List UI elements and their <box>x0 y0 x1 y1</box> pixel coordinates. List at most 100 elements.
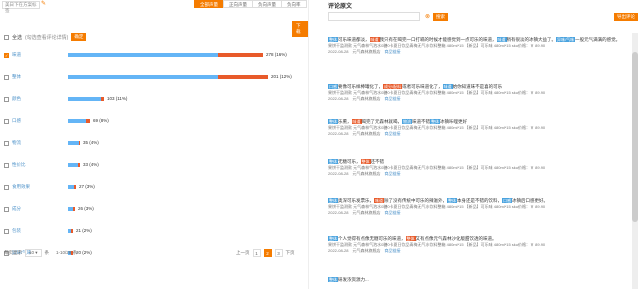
product-link[interactable]: 商品链接 <box>384 49 400 54</box>
row-label: 物流 <box>12 140 21 145</box>
product-link[interactable]: 商品链接 <box>384 96 400 101</box>
review-text: 口感要像可乐样棒罐化了，成分/配料或者可乐味道化了，味道始你知道味不是喜的可乐 <box>328 83 628 90</box>
row-value: 21 (2%) <box>76 228 92 233</box>
row-checkbox[interactable] <box>4 141 9 146</box>
row-checkbox[interactable] <box>4 207 9 212</box>
review-item: 整体无糖可乐，整体还不错 果饼干监测款 元气森林气泡水0糖0卡夏日饮品青梅无气水饮… <box>328 158 628 177</box>
row-label: 味道 <box>12 52 21 57</box>
aspect-tag: 整体 <box>430 119 440 124</box>
review-source: 元气森林旗舰店 <box>352 171 381 176</box>
review-fragment: 始你知道味不是喜的可乐 <box>452 84 503 89</box>
review-date: 2022-08-28 <box>328 210 349 215</box>
tab-1[interactable]: 正向声量 <box>223 0 253 8</box>
product-link[interactable]: 商品链接 <box>384 210 400 215</box>
review-fragment: 乐熏， <box>338 119 352 124</box>
review-fragment: 稍有很淡的冰镇大益了。 <box>506 37 557 42</box>
product-link[interactable]: 商品链接 <box>384 131 400 136</box>
review-date: 2022-08-28 <box>328 248 349 253</box>
negative-bar <box>71 229 73 233</box>
review-search-input[interactable] <box>328 12 420 21</box>
scrollbar-thumb[interactable] <box>632 52 638 222</box>
product-link[interactable]: 商品链接 <box>384 171 400 176</box>
per-page-label: 每页显示 <box>4 250 22 255</box>
aspect-tag: 味道 <box>496 37 507 42</box>
review-footer: 2022-08-28 元气森林旗舰店 商品链接 <box>328 171 628 177</box>
review-fragment: 除了没有传统中可乐的辣滋外， <box>384 198 447 203</box>
aspect-tag: 整体 <box>447 198 457 203</box>
search-button[interactable]: 搜索 <box>433 13 448 21</box>
review-text: 整体个人觉得有点像无糖可乐的味道，整体又有点像元气森林沙化版甜饮透的味道。 <box>328 235 628 242</box>
bar-row[interactable]: ✓ 味道 278 (16%) <box>4 50 304 62</box>
row-checkbox[interactable] <box>4 119 9 124</box>
review-fragment: 一股元气满满的感觉。 <box>575 37 621 42</box>
review-text: 整体研发浓资源力... <box>328 276 628 283</box>
bar-row[interactable]: 食用效果 27 (3%) <box>4 182 304 194</box>
tab-3[interactable]: 负向率 <box>281 0 307 8</box>
positive-bar <box>68 97 101 101</box>
bar-row[interactable]: 成分 26 (3%) <box>4 204 304 216</box>
review-fragment: 又有点像元气森林沙化版甜饮透的味道。 <box>415 236 497 241</box>
page-2[interactable]: 2 <box>263 249 272 257</box>
aspect-tag: 整体 <box>360 159 371 164</box>
select-all-checkbox[interactable] <box>4 34 9 40</box>
aspect-tag: 异味/气味 <box>556 37 576 42</box>
aspect-tag: 成分/配料 <box>383 84 403 89</box>
confirm-button[interactable]: 确定 <box>71 33 87 41</box>
bar-row[interactable]: 物流 35 (4%) <box>4 138 304 150</box>
negative-bar <box>79 141 80 145</box>
row-value: 20 (2%) <box>76 250 92 255</box>
tab-0[interactable]: 全部声量 <box>194 0 224 8</box>
review-footer: 2022-08-28 元气森林旗舰店 商品链接 <box>328 210 628 216</box>
row-checkbox[interactable] <box>4 229 9 234</box>
review-fragment: 喝完了元森林就喝， <box>361 119 403 124</box>
bar-row[interactable]: 包装 21 (2%) <box>4 226 304 238</box>
bar-row[interactable]: 整体 201 (12%) <box>4 72 304 84</box>
row-checkbox[interactable] <box>4 75 9 80</box>
review-fragment: 无糖可乐， <box>338 159 361 164</box>
negative-bar <box>218 75 268 79</box>
bar-row[interactable]: 性价比 33 (4%) <box>4 160 304 172</box>
review-fragment: 味道不错 <box>412 119 430 124</box>
search-input[interactable]: 美日下在方案标签 <box>2 1 40 13</box>
bar-row[interactable]: 口感 69 (8%) <box>4 116 304 128</box>
aspect-tag: 整体 <box>328 119 338 124</box>
tab-bar: 全部声量 正向声量 负向声量 负向率 <box>194 0 307 8</box>
bar-row[interactable]: 颜色 103 (11%) <box>4 94 304 106</box>
review-fragment: 研发浓资源力... <box>338 277 369 282</box>
page-3[interactable]: 3 <box>274 249 283 257</box>
page-1[interactable]: 1 <box>252 249 261 257</box>
left-panel: 美日下在方案标签 ✎ 全部声量 正向声量 负向声量 负向率 下载 全选 (勾选查看评论… <box>0 0 309 289</box>
row-checkbox[interactable]: ✓ <box>4 53 9 58</box>
row-value: 69 (8%) <box>93 118 109 123</box>
row-checkbox[interactable] <box>4 185 9 190</box>
clear-icon[interactable]: ⊗ <box>425 13 430 20</box>
review-source: 元气森林旗舰店 <box>352 248 381 253</box>
row-label: 颜色 <box>12 96 21 101</box>
product-link[interactable]: 商品链接 <box>384 248 400 253</box>
export-button[interactable]: 导出评论 <box>614 13 638 21</box>
edit-icon[interactable]: ✎ <box>41 0 49 9</box>
prev-page-button[interactable]: 上一页 <box>236 250 250 256</box>
next-page-button[interactable]: 下页 <box>286 250 295 256</box>
review-fragment: 要像可乐样棒罐化了， <box>338 84 383 89</box>
download-button[interactable]: 下载 <box>292 21 308 37</box>
row-label: 成分 <box>12 206 21 211</box>
aspect-tag: 口感 <box>328 84 338 89</box>
right-panel: 评论原文 ⊗ 搜索 导出评论 整体可乐味道都淡，味道我只有在喝完一口打嗝的时候才… <box>324 0 640 289</box>
row-label: 性价比 <box>12 162 26 167</box>
select-hint: (勾选查看评论详情) <box>25 34 69 41</box>
aspect-tag: 整体 <box>328 159 338 164</box>
row-value: 103 (11%) <box>107 96 128 101</box>
tab-2[interactable]: 负向声量 <box>252 0 282 8</box>
row-checkbox[interactable] <box>4 97 9 102</box>
per-page-unit: 条 <box>44 250 50 255</box>
row-value: 35 (4%) <box>83 140 99 145</box>
positive-bar <box>68 75 218 79</box>
row-checkbox[interactable] <box>4 163 9 168</box>
aspect-tag: 口感 <box>502 198 512 203</box>
per-page-select[interactable]: 10 ▾ <box>25 249 42 257</box>
review-footer: 2022-08-28 元气森林旗舰店 商品链接 <box>328 131 628 137</box>
panel-title: 评论原文 <box>328 4 353 10</box>
row-label: 口感 <box>12 118 21 123</box>
review-fragment: 我只有在喝完一口打嗝的时候才能感觉到一点可乐的味道， <box>379 37 497 42</box>
